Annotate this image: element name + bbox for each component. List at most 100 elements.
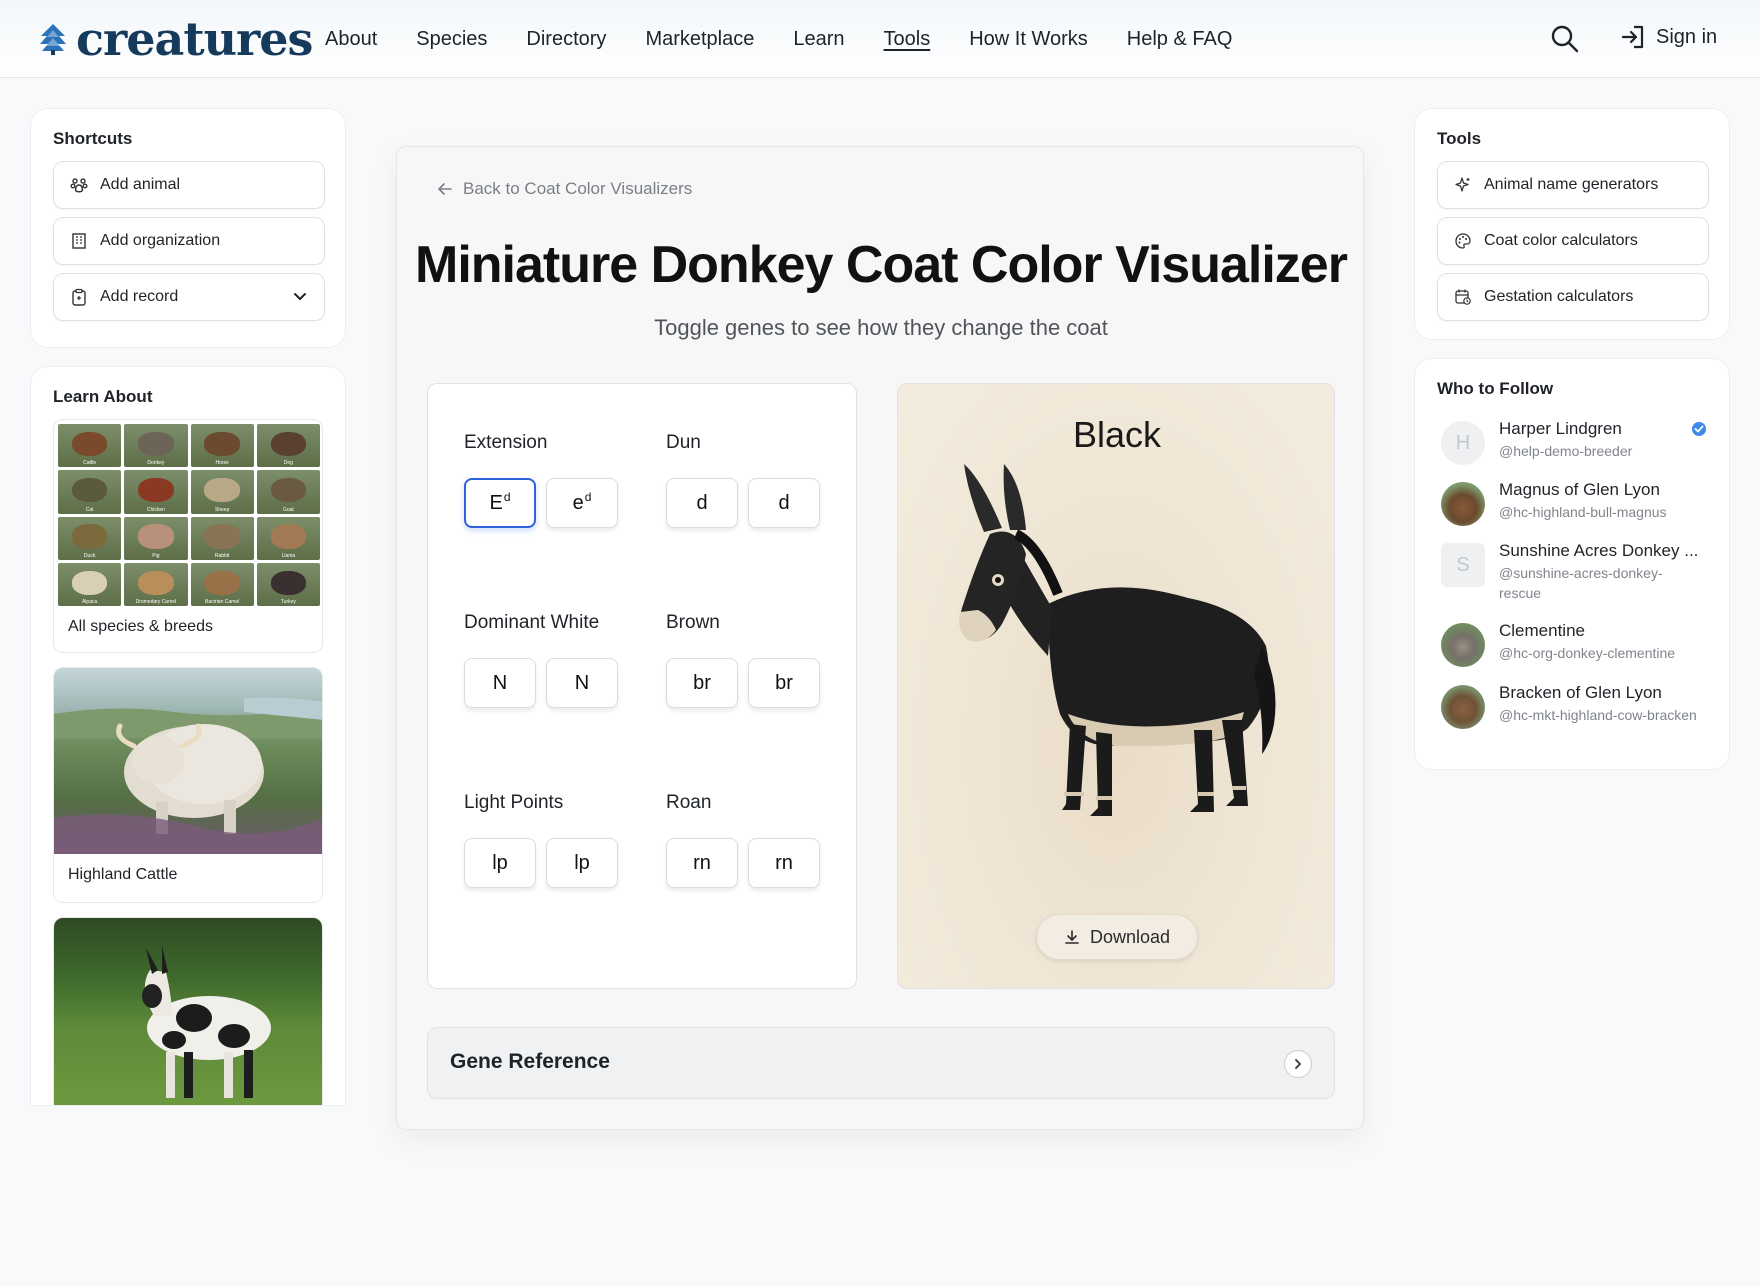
allele-roan-1[interactable]: rn	[666, 838, 738, 888]
tree-icon	[40, 24, 66, 55]
download-icon	[1065, 930, 1079, 944]
back-link[interactable]: Back to Coat Color Visualizers	[437, 179, 692, 199]
allele-light-points-2[interactable]: lp	[546, 838, 618, 888]
allele-brown-1[interactable]: br	[666, 658, 738, 708]
nav-about[interactable]: About	[325, 26, 377, 52]
palette-icon	[1454, 232, 1472, 250]
allele-text: e	[572, 491, 584, 514]
species-thumb-animal	[270, 570, 307, 595]
allele-brown-2[interactable]: br	[748, 658, 820, 708]
add-organization-label: Add organization	[100, 232, 221, 249]
species-thumb-animal	[71, 570, 108, 595]
allele-dominant-white-1[interactable]: N	[464, 658, 536, 708]
brand-logo[interactable]: creatures	[38, 12, 313, 66]
allele-text: rn	[775, 851, 793, 874]
add-record-button[interactable]: Add record	[53, 273, 325, 321]
gestation-calculators-button[interactable]: Gestation calculators	[1437, 273, 1709, 321]
species-thumb-label: Sheep	[214, 506, 230, 513]
allele-extension-2[interactable]: ed	[546, 478, 618, 528]
sign-in-button[interactable]: Sign in	[1620, 24, 1717, 50]
follow-handle: @hc-mkt-highland-cow-bracken	[1499, 707, 1697, 723]
search-icon	[1551, 25, 1579, 53]
species-thumb: Alpaca	[58, 562, 122, 606]
coat-color-calculators-button[interactable]: Coat color calculators	[1437, 217, 1709, 265]
tools-title: Tools	[1437, 129, 1482, 148]
follow-name: Sunshine Acres Donkey ...	[1499, 541, 1699, 560]
download-button[interactable]: Download	[1036, 914, 1198, 960]
species-thumb-animal	[204, 478, 240, 503]
species-thumb-animal	[204, 431, 240, 456]
allele-text: lp	[492, 851, 508, 874]
follow-item[interactable]: H Harper Lindgren @help-demo-breeder	[1441, 419, 1711, 475]
allele-text: d	[696, 491, 708, 514]
species-thumb-label: Rabbit	[214, 552, 230, 559]
add-animal-button[interactable]: Add animal	[53, 161, 325, 209]
learn-about-card: Learn About Cattle Donkey Horse Dog Cat Chick…	[30, 366, 346, 1106]
nav-help-faq[interactable]: Help & FAQ	[1127, 26, 1233, 52]
clipboard-icon	[70, 288, 88, 306]
all-species-tile[interactable]: Cattle Donkey Horse Dog Cat Chicken Sheep Goat D…	[53, 419, 323, 653]
allele-dun-1[interactable]: d	[666, 478, 738, 528]
species-thumb-animal	[71, 478, 108, 503]
calendar-icon	[1454, 288, 1472, 306]
gene-reference-section[interactable]: Gene Reference	[427, 1027, 1335, 1099]
gene-reference-title: Gene Reference	[450, 1050, 610, 1073]
species-thumb: Dromedary Camel	[124, 562, 188, 606]
nav-learn[interactable]: Learn	[793, 26, 844, 52]
nav-how-it-works[interactable]: How It Works	[969, 26, 1088, 52]
species-thumb-animal	[71, 431, 108, 456]
highland-cattle-image	[54, 668, 322, 854]
follow-item[interactable]: Bracken of Glen Lyon @hc-mkt-highland-co…	[1441, 683, 1711, 753]
add-animal-label: Add animal	[100, 176, 181, 193]
allele-dun-2[interactable]: d	[748, 478, 820, 528]
follow-handle: @hc-org-donkey-clementine	[1499, 645, 1676, 661]
allele-text: E	[489, 491, 503, 514]
species-thumb-label: Turkey	[280, 599, 296, 605]
search-button[interactable]	[1550, 24, 1582, 56]
login-icon	[1621, 25, 1644, 49]
building-icon	[70, 232, 88, 250]
shortcuts-title: Shortcuts	[53, 129, 133, 148]
sparkle-icon	[1454, 176, 1472, 194]
all-species-label: All species & breeds	[68, 618, 213, 635]
follow-item[interactable]: Clementine @hc-org-donkey-clementine	[1441, 621, 1711, 677]
download-label: Download	[1089, 926, 1171, 947]
species-thumb-animal	[71, 524, 108, 549]
species-thumb-label: Duck	[83, 552, 96, 559]
animal-name-generators-button[interactable]: Animal name generators	[1437, 161, 1709, 209]
chevron-right-icon[interactable]	[1284, 1050, 1312, 1078]
species-thumb: Horse	[190, 424, 254, 468]
add-organization-button[interactable]: Add organization	[53, 217, 325, 265]
gene-label-dun: Dun	[666, 432, 701, 453]
follow-handle: @help-demo-breeder	[1499, 443, 1633, 459]
avatar-initial: H	[1455, 431, 1471, 454]
species-thumb: Rabbit	[190, 516, 254, 560]
brand-name: creatures	[76, 12, 313, 66]
allele-text: br	[693, 671, 711, 694]
avatar: S	[1441, 543, 1485, 587]
nav-species[interactable]: Species	[416, 26, 487, 52]
follow-item[interactable]: S Sunshine Acres Donkey ... @sunshine-ac…	[1441, 541, 1711, 621]
allele-roan-2[interactable]: rn	[748, 838, 820, 888]
allele-text: N	[492, 671, 508, 694]
follow-handle: @hc-highland-bull-magnus	[1499, 504, 1667, 520]
highland-cattle-tile[interactable]: Highland Cattle	[53, 667, 323, 903]
spotted-donkey-tile[interactable]	[53, 917, 323, 1105]
allele-text: N	[574, 671, 590, 694]
follow-item[interactable]: Magnus of Glen Lyon @hc-highland-bull-ma…	[1441, 480, 1711, 536]
avatar	[1441, 685, 1485, 729]
page-subtitle: Toggle genes to see how they change the …	[654, 315, 1108, 340]
chevron-down-icon[interactable]	[292, 288, 308, 309]
nav-tools[interactable]: Tools	[884, 26, 931, 52]
avatar	[1441, 623, 1485, 667]
allele-light-points-1[interactable]: lp	[464, 838, 536, 888]
species-thumb-animal	[270, 478, 307, 503]
allele-text: rn	[693, 851, 711, 874]
follow-handle: @sunshine-acres-donkey-rescue	[1499, 565, 1663, 601]
allele-extension-1[interactable]: Ed	[464, 478, 536, 528]
nav-marketplace[interactable]: Marketplace	[645, 26, 754, 52]
nav-directory[interactable]: Directory	[526, 26, 606, 52]
allele-dominant-white-2[interactable]: N	[546, 658, 618, 708]
species-thumb-label: Donkey	[147, 460, 165, 467]
gene-label-extension: Extension	[464, 432, 548, 453]
